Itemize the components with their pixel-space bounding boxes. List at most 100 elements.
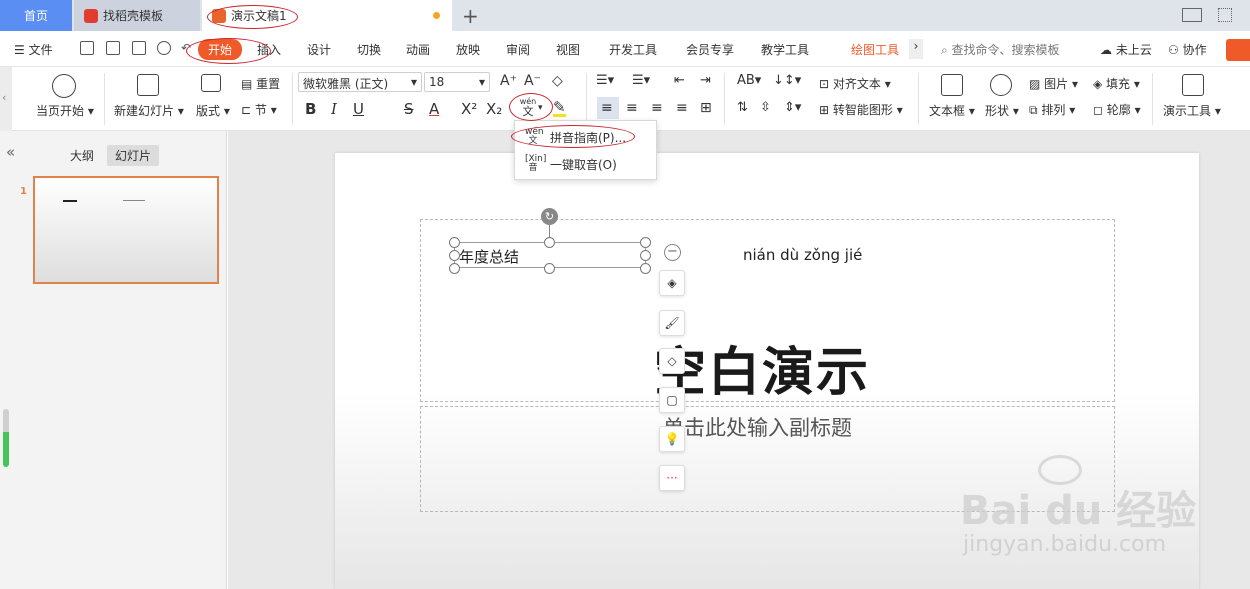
resize-handle[interactable]	[449, 237, 460, 248]
text-box-icon[interactable]	[941, 74, 963, 96]
new-slide-icon[interactable]	[137, 74, 159, 96]
align-left-icon[interactable]: ≡	[601, 100, 613, 116]
play-icon[interactable]	[52, 74, 76, 98]
more-options-icon[interactable]: ···	[659, 465, 685, 491]
menu-design[interactable]: 设计	[307, 41, 331, 58]
arrange-button[interactable]: ⧉ 排列 ▾	[1029, 101, 1075, 118]
file-menu-label: 文件	[28, 43, 53, 57]
outline-button[interactable]: ◻ 轮廓 ▾	[1093, 101, 1141, 118]
new-slide-button[interactable]: 新建幻灯片 ▾	[114, 102, 184, 119]
align-text-button[interactable]: ⊡ 对齐文本 ▾	[819, 75, 891, 92]
section-button[interactable]: ⊏ 节 ▾	[241, 101, 277, 118]
font-name-select[interactable]: 微软雅黑 (正文) ▾	[298, 72, 422, 92]
menu-review[interactable]: 审阅	[506, 41, 530, 58]
para-spacing-more-icon[interactable]: ⇕▾	[784, 100, 801, 115]
italic-icon[interactable]: I	[331, 100, 337, 118]
chevron-down-icon: ▾	[478, 75, 485, 89]
preview-icon[interactable]	[157, 41, 171, 55]
print-icon[interactable]	[132, 41, 146, 55]
menu-animation[interactable]: 动画	[406, 41, 430, 58]
clear-format-icon[interactable]: ◇	[552, 73, 563, 89]
sort-icon[interactable]: ↓↕▾	[773, 73, 801, 88]
menu-slideshow[interactable]: 放映	[456, 41, 480, 58]
share-icon[interactable]	[1226, 39, 1250, 61]
layout-icon[interactable]	[1182, 8, 1202, 22]
justify-icon[interactable]: ≡	[676, 100, 688, 116]
superscript-icon[interactable]: X²	[461, 100, 477, 118]
reset-button[interactable]: ▤ 重置	[241, 75, 280, 92]
numbered-list-icon[interactable]: ☰▾	[632, 73, 650, 88]
fill-button[interactable]: ◈ 填充 ▾	[1093, 75, 1140, 92]
distribute-icon[interactable]: ⊞	[700, 100, 712, 116]
resize-handle[interactable]	[640, 263, 651, 274]
slides-tab[interactable]: 幻灯片	[107, 145, 160, 166]
play-from-current-button[interactable]: 当页开始 ▾	[36, 102, 94, 119]
collapse-panel-icon[interactable]: «	[6, 143, 15, 161]
font-color-icon[interactable]: A	[429, 100, 439, 118]
subtitle-placeholder-text[interactable]: 单击此处输入副标题	[663, 412, 852, 442]
resize-handle[interactable]	[449, 250, 460, 261]
slide-title[interactable]: 空白演示	[654, 330, 870, 405]
smart-graphic-button[interactable]: ⊞ 转智能图形 ▾	[819, 101, 903, 118]
brush-icon[interactable]: 🖌	[659, 310, 685, 336]
text-box-button[interactable]: 文本框 ▾	[929, 102, 975, 119]
menu-transition[interactable]: 切换	[357, 41, 381, 58]
ribbon-scroll-left-icon[interactable]: ‹	[0, 67, 12, 131]
menu-drawing-tools[interactable]: 绘图工具	[851, 41, 899, 58]
resize-handle[interactable]	[544, 237, 555, 248]
save-icon[interactable]	[80, 41, 94, 55]
shape-button[interactable]: 形状 ▾	[985, 102, 1019, 119]
tab-template[interactable]: 找稻壳模板	[74, 0, 200, 31]
auto-pinyin-menu-item[interactable]: [Xin] 音 一键取音(O)	[515, 152, 656, 176]
menu-teaching[interactable]: 教学工具	[761, 41, 809, 58]
menu-developer[interactable]: 开发工具	[609, 41, 657, 58]
decrease-indent-icon[interactable]: ⇤	[674, 73, 685, 88]
fill-bucket-icon[interactable]: ◇	[659, 348, 685, 374]
resize-handle[interactable]	[640, 237, 651, 248]
resize-handle[interactable]	[544, 263, 555, 274]
highlight-icon[interactable]: ✎	[553, 100, 566, 117]
shape-icon[interactable]	[990, 74, 1012, 96]
line-spacing-icon[interactable]: ⇅	[737, 100, 748, 115]
rotate-handle-icon[interactable]: ↻	[541, 208, 558, 225]
tab-home[interactable]: 首页	[0, 0, 72, 31]
resize-handle[interactable]	[449, 263, 460, 274]
increase-font-icon[interactable]: A⁺	[500, 73, 517, 89]
bold-icon[interactable]: B	[305, 100, 316, 118]
menu-more-icon[interactable]: ›	[909, 39, 923, 59]
file-menu[interactable]: ☰ 文件	[14, 41, 53, 58]
underline-icon[interactable]: U	[353, 100, 364, 118]
paragraph-spacing-icon[interactable]: ⇳	[760, 100, 771, 115]
outline-frame-icon[interactable]: ▢	[659, 387, 685, 413]
align-center-icon[interactable]: ≡	[626, 100, 638, 116]
idea-bulb-icon[interactable]: 💡	[659, 426, 685, 452]
layout-button[interactable]: 版式 ▾	[196, 102, 230, 119]
align-right-icon[interactable]: ≡	[651, 100, 663, 116]
textbox-text[interactable]: 年度总结	[459, 246, 519, 267]
picture-button[interactable]: ▨ 图片 ▾	[1029, 75, 1078, 92]
text-direction-icon[interactable]: AB▾	[737, 73, 761, 88]
pinyin-text[interactable]: nián dù zǒng jié	[743, 246, 862, 264]
resize-handle[interactable]	[640, 250, 651, 261]
collab-button[interactable]: ⚇ 协作	[1168, 41, 1207, 58]
cloud-status[interactable]: ☁ 未上云	[1100, 41, 1152, 58]
menu-member[interactable]: 会员专享	[686, 41, 734, 58]
export-icon[interactable]	[106, 41, 120, 55]
subscript-icon[interactable]: X₂	[486, 100, 502, 118]
layers-icon[interactable]: ◈	[659, 270, 685, 296]
outline-tab[interactable]: 大纲	[62, 145, 102, 166]
decrease-font-icon[interactable]: A⁻	[524, 73, 541, 89]
increase-indent-icon[interactable]: ⇥	[700, 73, 711, 88]
add-tab-icon[interactable]: +	[462, 4, 479, 28]
slide-thumbnail[interactable]	[33, 176, 219, 284]
presentation-tools-icon[interactable]	[1182, 74, 1204, 96]
menu-view[interactable]: 视图	[556, 41, 580, 58]
presentation-tools-button[interactable]: 演示工具 ▾	[1163, 102, 1221, 119]
strikethrough-icon[interactable]: S	[404, 100, 414, 118]
command-search[interactable]: ⌕ 查找命令、搜索模板	[941, 41, 1060, 58]
bullet-list-icon[interactable]: ☰▾	[596, 73, 614, 88]
collapse-toolbar-icon[interactable]: −	[664, 244, 681, 261]
grid-apps-icon[interactable]	[1218, 8, 1232, 22]
layout-gallery-icon[interactable]	[201, 74, 221, 92]
font-size-select[interactable]: 18 ▾	[424, 72, 490, 92]
